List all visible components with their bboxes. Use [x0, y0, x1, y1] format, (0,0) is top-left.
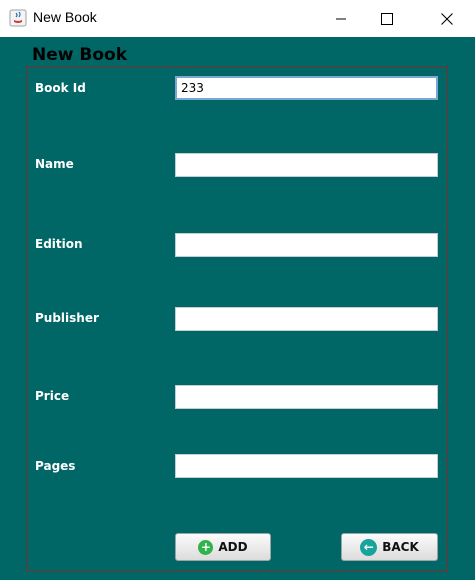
name-label: Name: [35, 157, 74, 171]
add-button-label: ADD: [218, 540, 248, 554]
edition-input[interactable]: [175, 233, 438, 257]
back-button[interactable]: ← BACK: [341, 533, 438, 561]
maximize-icon: [381, 12, 393, 25]
publisher-label: Publisher: [35, 311, 99, 325]
name-input[interactable]: [175, 153, 438, 177]
plus-circle-icon: +: [198, 539, 214, 555]
add-button[interactable]: + ADD: [175, 533, 271, 561]
window-title: New Book: [33, 9, 97, 25]
java-app-icon: [9, 9, 27, 27]
pages-input[interactable]: [175, 454, 438, 478]
minimize-icon: [336, 18, 346, 19]
back-button-label: BACK: [382, 540, 419, 554]
window-titlebar: New Book: [0, 0, 475, 37]
pages-label: Pages: [35, 459, 76, 473]
price-label: Price: [35, 389, 70, 403]
close-button[interactable]: [424, 0, 470, 37]
back-arrow-icon: ←: [360, 538, 378, 556]
maximize-button[interactable]: [364, 0, 410, 37]
edition-label: Edition: [35, 237, 83, 251]
form-window-content: New Book Book Id Name Edition Publisher …: [0, 37, 475, 580]
book-id-input[interactable]: [175, 76, 438, 100]
form-heading: New Book: [32, 45, 128, 65]
minimize-button[interactable]: [318, 0, 364, 37]
book-id-label: Book Id: [35, 81, 86, 95]
price-input[interactable]: [175, 385, 438, 409]
publisher-input[interactable]: [175, 307, 438, 331]
close-icon: [441, 12, 453, 25]
